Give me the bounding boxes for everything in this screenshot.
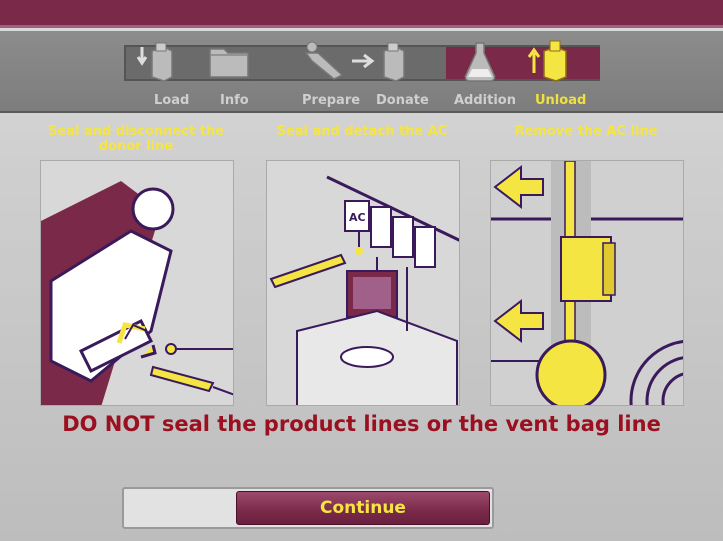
- panel-title-donor-line: Seal and disconnect the donor line: [48, 124, 224, 154]
- panel-title-ac-detach: Seal and detach the AC: [276, 124, 448, 139]
- donor-line-illustration: [40, 160, 234, 406]
- ac-detach-illustration: AC: [266, 160, 460, 406]
- panel-title-remove-ac: Remove the AC line: [514, 124, 658, 139]
- continue-button[interactable]: Continue: [236, 491, 490, 525]
- continue-button-track: Continue: [122, 487, 494, 529]
- unload-icon: [527, 40, 567, 82]
- prepare-donor-icon: [304, 41, 344, 80]
- step-label-info: Info: [220, 93, 249, 108]
- load-icon: [136, 42, 173, 82]
- step-label-unload: Unload: [535, 93, 587, 108]
- step-label-addition: Addition: [454, 93, 516, 108]
- warning-message: DO NOT seal the product lines or the ven…: [62, 412, 661, 436]
- donate-arrow-icon: [352, 42, 405, 82]
- info-folder-icon: [209, 48, 249, 78]
- top-title-bar: [0, 0, 723, 28]
- svg-text:AC: AC: [349, 211, 366, 224]
- step-progress-bar: Load Info Prepare Donate Addition Unload: [0, 31, 723, 113]
- remove-ac-line-illustration: [490, 160, 684, 406]
- addition-flask-icon: [464, 42, 496, 82]
- step-label-donate: Donate: [376, 93, 429, 108]
- step-label-load: Load: [154, 93, 190, 108]
- step-label-prepare: Prepare: [302, 93, 361, 108]
